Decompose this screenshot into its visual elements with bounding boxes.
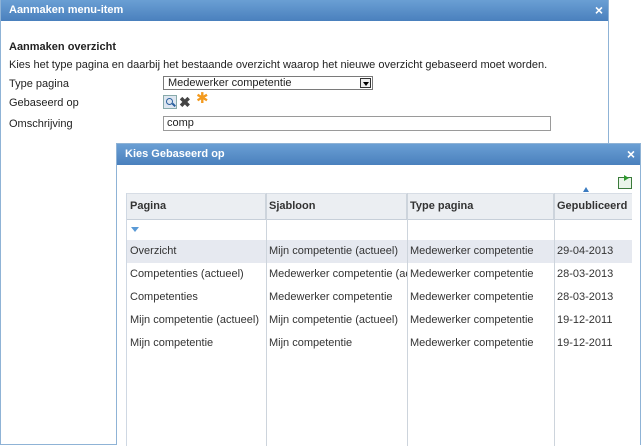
cell-type-pagina: Medewerker competentie <box>410 268 534 280</box>
close-icon[interactable]: × <box>627 144 635 164</box>
type-page-label: Type pagina <box>9 78 69 90</box>
cell-sjabloon: Mijn competentie (actueel) <box>269 245 399 257</box>
cell-gepubliceerd: 28-03-2013 <box>557 291 614 303</box>
results-grid: Pagina Sjabloon Type pagina Gepubliceerd… <box>126 187 632 446</box>
cell-pagina: Competenties (actueel) <box>130 268 244 280</box>
grid-header: Pagina Sjabloon Type pagina Gepubliceerd <box>127 187 632 220</box>
column-header-sjabloon[interactable]: Sjabloon <box>266 194 407 219</box>
description-label: Omschrijving <box>9 118 73 130</box>
dialog-titlebar[interactable]: Aanmaken menu-item × <box>1 0 608 21</box>
column-divider[interactable] <box>407 193 408 446</box>
description-input[interactable]: comp <box>163 116 551 131</box>
cell-type-pagina: Medewerker competentie <box>410 337 534 349</box>
choose-based-on-dialog: Kies Gebaseerd op × Pagina Sjabloon Type… <box>116 143 641 446</box>
cell-gepubliceerd: 19-12-2011 <box>557 337 613 349</box>
section-heading: Aanmaken overzicht <box>9 41 116 53</box>
filter-dropdown-icon[interactable] <box>131 227 139 232</box>
type-page-value: Medewerker competentie <box>168 77 292 89</box>
type-page-select[interactable]: Medewerker competentie <box>163 76 373 90</box>
column-header-pagina[interactable]: Pagina <box>127 194 266 219</box>
column-header-type-pagina[interactable]: Type pagina <box>407 194 554 219</box>
cell-pagina: Overzicht <box>130 245 177 257</box>
table-row[interactable]: Mijn competentie Mijn competentie Medewe… <box>127 332 632 355</box>
close-icon[interactable]: × <box>595 0 603 20</box>
description-text: Kies het type pagina en daarbij het best… <box>9 59 548 71</box>
cell-pagina: Mijn competentie (actueel) <box>130 314 260 326</box>
column-divider[interactable] <box>554 193 555 446</box>
filter-row[interactable] <box>127 219 632 241</box>
magnifier-icon[interactable] <box>163 95 177 109</box>
table-row[interactable]: Mijn competentie (actueel) Mijn competen… <box>127 309 632 332</box>
cell-pagina: Mijn competentie <box>130 337 214 349</box>
cell-sjabloon: Medewerker competentie (actueel) <box>269 268 407 280</box>
cell-type-pagina: Medewerker competentie <box>410 245 534 257</box>
cell-pagina: Competenties <box>130 291 198 303</box>
cell-sjabloon: Mijn competentie <box>269 337 353 349</box>
table-row[interactable]: Competenties (actueel) Medewerker compet… <box>127 263 632 286</box>
column-divider[interactable] <box>266 193 267 446</box>
cell-gepubliceerd: 29-04-2013 <box>557 245 614 257</box>
cell-sjabloon: Medewerker competentie <box>269 291 393 303</box>
table-row[interactable]: Overzicht Mijn competentie (actueel) Med… <box>127 240 632 263</box>
column-header-gepubliceerd[interactable]: Gepubliceerd <box>554 194 632 219</box>
table-row[interactable]: Competenties Medewerker competentie Mede… <box>127 286 632 309</box>
sort-ascending-icon <box>583 187 589 192</box>
cell-type-pagina: Medewerker competentie <box>410 291 534 303</box>
chevron-down-icon[interactable] <box>360 78 371 88</box>
dialog-titlebar[interactable]: Kies Gebaseerd op × <box>117 144 640 165</box>
clear-x-icon[interactable]: ✖ <box>179 95 193 109</box>
cell-type-pagina: Medewerker competentie <box>410 314 534 326</box>
asterisk-icon: ✱ <box>196 90 209 107</box>
based-on-label: Gebaseerd op <box>9 97 79 109</box>
dialog-title: Aanmaken menu-item <box>9 4 124 16</box>
cell-sjabloon: Mijn competentie (actueel) <box>269 314 399 326</box>
cell-gepubliceerd: 28-03-2013 <box>557 268 614 280</box>
export-icon[interactable] <box>618 175 632 189</box>
dialog-title: Kies Gebaseerd op <box>125 148 225 160</box>
cell-gepubliceerd: 19-12-2011 <box>557 314 613 326</box>
